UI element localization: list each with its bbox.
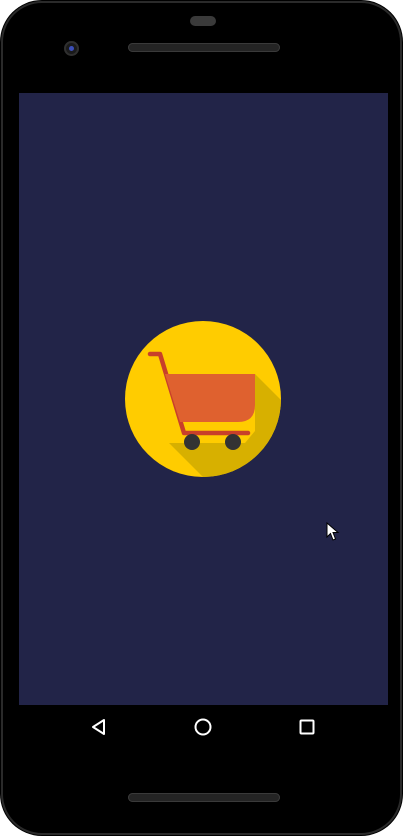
bottom-speaker-grille [128, 793, 280, 802]
top-sensor [190, 16, 216, 26]
back-triangle-icon[interactable] [87, 715, 111, 739]
top-speaker-grille [128, 43, 280, 52]
cart-wheel-left [184, 434, 200, 450]
navigation-bar [19, 705, 388, 749]
mouse-cursor-icon [326, 522, 340, 541]
home-circle-icon[interactable] [191, 715, 215, 739]
shopping-cart-icon [125, 321, 281, 477]
phone-frame [0, 0, 403, 836]
front-camera [64, 41, 79, 56]
cart-basket [165, 374, 255, 422]
recents-square-icon[interactable] [295, 715, 319, 739]
app-screen [19, 93, 388, 705]
cart-wheel-right [225, 434, 241, 450]
